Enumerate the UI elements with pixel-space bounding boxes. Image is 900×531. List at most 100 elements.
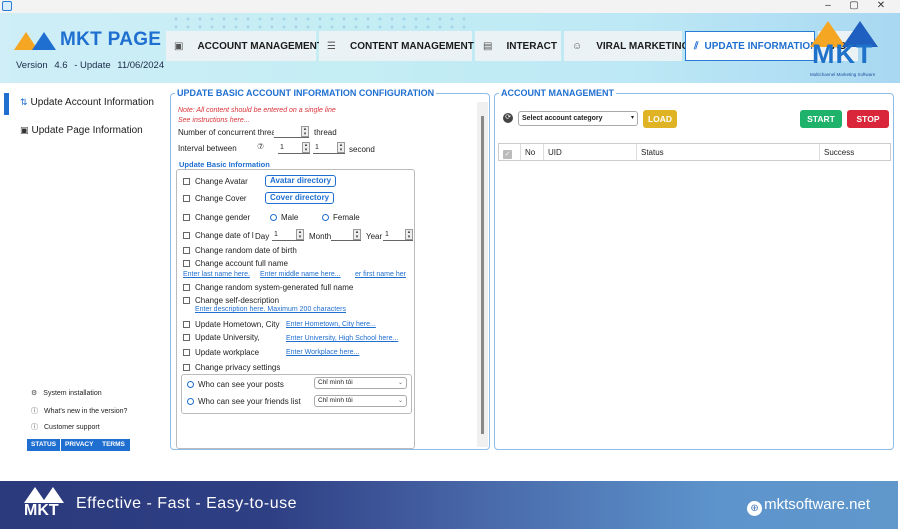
year-input[interactable]: 1 ▴ ▾: [383, 229, 413, 241]
sidebar-item-update-account[interactable]: ⇅ Update Account Information: [20, 97, 154, 108]
checkbox-icon[interactable]: [183, 247, 190, 254]
random-dob-checkbox[interactable]: Change random date of birth: [183, 246, 297, 255]
help-icon[interactable]: ⑦: [257, 142, 264, 151]
stop-button[interactable]: STOP: [847, 110, 889, 128]
config-scrollbar[interactable]: [481, 110, 486, 435]
checkbox-label: Change Avatar: [195, 177, 248, 186]
close-button[interactable]: ✕: [871, 0, 891, 13]
chevron-down-icon: ⌄: [397, 398, 403, 404]
whats-new-link[interactable]: ⓘ What's new in the version?: [31, 406, 127, 416]
change-gender-checkbox[interactable]: Change gender: [183, 213, 250, 222]
tab-account-management[interactable]: ▣ ACCOUNT MANAGEMENT: [166, 31, 323, 61]
tab-interact[interactable]: ▤ INTERACT: [475, 31, 561, 61]
change-cover-checkbox[interactable]: Change Cover: [183, 194, 247, 203]
female-radio[interactable]: Female: [322, 213, 360, 222]
last-name-input[interactable]: Enter last name here.: [183, 271, 250, 278]
maximize-button[interactable]: ▢: [844, 0, 864, 13]
middle-name-input[interactable]: Enter middle name here...: [260, 271, 341, 278]
column-status[interactable]: Status: [637, 144, 820, 160]
tab-label: UPDATE INFORMATION: [704, 40, 818, 52]
checkbox-icon[interactable]: [183, 334, 190, 341]
avatar-directory-button[interactable]: Avatar directory: [265, 175, 337, 187]
friends-visibility-radio[interactable]: Who can see your friends list: [187, 397, 301, 406]
status-button[interactable]: STATUS: [27, 439, 61, 451]
checkbox-icon[interactable]: [183, 284, 190, 291]
checkbox-icon[interactable]: [183, 214, 190, 221]
interval-to-input[interactable]: 1 ▴ ▾: [313, 142, 345, 154]
load-button[interactable]: LOAD: [643, 110, 677, 128]
cover-directory-button[interactable]: Cover directory: [265, 192, 335, 204]
privacy-button[interactable]: PRIVACY: [61, 439, 98, 451]
logo-mark-icon: [14, 30, 58, 50]
checkbox-icon[interactable]: [183, 260, 190, 267]
university-checkbox[interactable]: Update University,: [183, 333, 260, 342]
start-button[interactable]: START: [800, 110, 842, 128]
male-radio[interactable]: Male: [270, 213, 298, 222]
users-icon: ☺: [572, 40, 583, 52]
checkbox-icon[interactable]: [183, 195, 190, 202]
day-input[interactable]: 1 ▴ ▾: [272, 229, 304, 241]
radio-icon[interactable]: [322, 214, 329, 221]
first-name-input[interactable]: er first name her: [355, 271, 406, 278]
account-category-select[interactable]: Select account category ▾: [518, 111, 638, 126]
spin-arrows-icon[interactable]: ▴ ▾: [302, 142, 310, 153]
friends-visibility-select[interactable]: Chỉ mình tôi ⌄: [314, 395, 407, 407]
tab-update-information[interactable]: ⫽ UPDATE INFORMATION: [685, 31, 818, 61]
mkt-badge-logo: MKT Multichannel Marketing Software: [802, 15, 894, 81]
refresh-icon[interactable]: ⟳: [503, 113, 513, 123]
monitor-icon: ▤: [483, 40, 493, 52]
checkbox-icon[interactable]: [183, 349, 190, 356]
checkbox-icon[interactable]: [183, 232, 190, 239]
radio-label: Who can see your posts: [198, 380, 284, 389]
column-no[interactable]: No: [521, 144, 544, 160]
checkbox-icon[interactable]: [183, 178, 190, 185]
scroll-thumb[interactable]: [481, 116, 484, 434]
spin-arrows-icon[interactable]: ▴ ▾: [301, 126, 309, 137]
hometown-checkbox[interactable]: Update Hometown, City: [183, 320, 279, 329]
workplace-input[interactable]: Enter Workplace here...: [286, 349, 359, 356]
spin-arrows-icon[interactable]: ▴ ▾: [353, 229, 361, 240]
checkbox-icon[interactable]: [183, 364, 190, 371]
radio-icon[interactable]: [187, 398, 194, 405]
minimize-button[interactable]: –: [818, 0, 838, 13]
description-input[interactable]: Enter description here. Maximum 200 char…: [195, 306, 346, 313]
customer-support-link[interactable]: ⓘ Customer support: [31, 422, 100, 432]
sidebar-item-update-page[interactable]: ▣ Update Page Information: [20, 125, 143, 136]
column-uid[interactable]: UID: [544, 144, 637, 160]
interval-from-input[interactable]: 1 ▴ ▾: [278, 142, 310, 154]
radio-icon[interactable]: [187, 381, 194, 388]
checkbox-icon[interactable]: [183, 297, 190, 304]
posts-visibility-radio[interactable]: Who can see your posts: [187, 380, 284, 389]
random-full-name-checkbox[interactable]: Change random system-generated full name: [183, 283, 353, 292]
month-input[interactable]: ▴ ▾: [331, 229, 361, 241]
tab-content-management[interactable]: ☰ CONTENT MANAGEMENT: [319, 31, 474, 61]
hometown-input[interactable]: Enter Hometown, City here...: [286, 321, 376, 328]
posts-visibility-select[interactable]: Chỉ mình tôi ⌄: [314, 377, 407, 389]
update-icon: ⫽: [694, 40, 699, 52]
spin-arrows-icon[interactable]: ▴ ▾: [337, 142, 345, 153]
threads-input[interactable]: ▴ ▾: [274, 126, 309, 138]
privacy-checkbox[interactable]: Change privacy settings: [183, 363, 280, 372]
self-description-checkbox[interactable]: Change self-description: [183, 296, 279, 305]
change-dob-checkbox[interactable]: Change date of l: [183, 231, 254, 240]
spin-arrows-icon[interactable]: ▴ ▾: [405, 229, 413, 240]
spin-arrows-icon[interactable]: ▴ ▾: [296, 229, 304, 240]
select-all-cell[interactable]: ✓: [499, 144, 521, 160]
tab-label: INTERACT: [506, 40, 558, 52]
year-label: Year: [366, 232, 383, 241]
footer-website[interactable]: ⊕ mktsoftware.net: [747, 496, 870, 516]
terms-button[interactable]: TERMS: [97, 439, 130, 451]
system-installation-link[interactable]: ⚙ System installation: [31, 389, 102, 397]
full-name-checkbox[interactable]: Change account full name: [183, 259, 288, 268]
instructions-link[interactable]: See instructions here...: [178, 117, 250, 124]
title-bar: – ▢ ✕: [0, 0, 900, 13]
column-success[interactable]: Success: [820, 144, 890, 160]
checkbox-label: Change account full name: [195, 259, 288, 268]
university-input[interactable]: Enter University, High School here...: [286, 335, 398, 342]
workplace-checkbox[interactable]: Update workplace: [183, 348, 259, 357]
tab-viral-marketing[interactable]: ☺ VIRAL MARKETING: [564, 31, 689, 61]
change-avatar-checkbox[interactable]: Change Avatar: [183, 177, 248, 186]
select-all-checkbox-icon[interactable]: ✓: [503, 150, 512, 159]
radio-icon[interactable]: [270, 214, 277, 221]
checkbox-icon[interactable]: [183, 321, 190, 328]
